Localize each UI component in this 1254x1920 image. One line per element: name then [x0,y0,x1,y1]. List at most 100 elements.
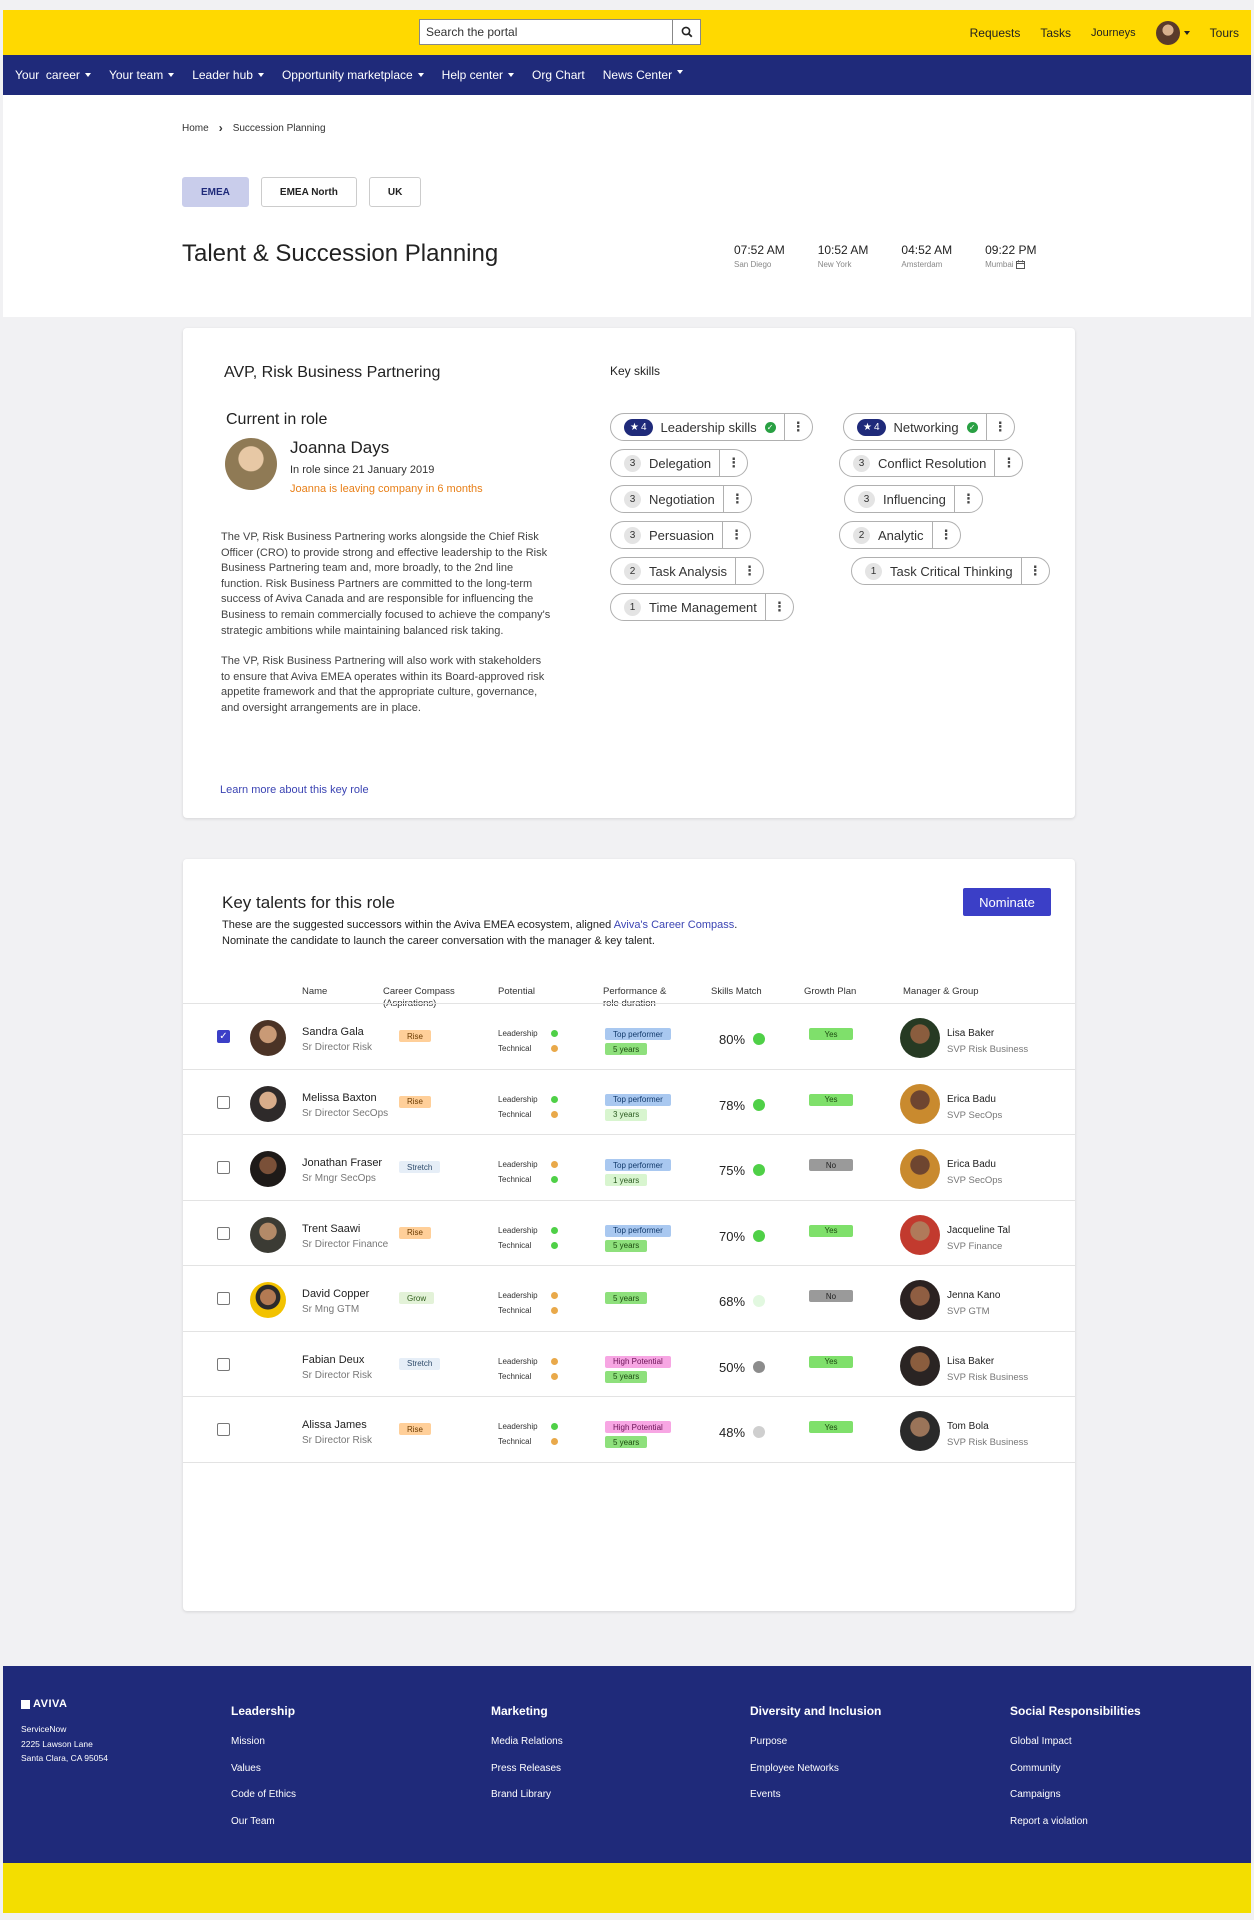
duration-tag: 5 years [605,1292,648,1304]
footer-link[interactable]: Mission [231,1736,296,1747]
skill-chip[interactable]: 3 Negotiation ⋮ [610,485,752,513]
footer-link[interactable]: Campaigns [1010,1789,1141,1800]
nav-help-center[interactable]: Help center [442,68,515,82]
manager-group: SVP SecOps [947,1109,1003,1121]
search-input[interactable] [420,20,672,44]
growth-plan-tag: Yes [809,1355,853,1368]
footer-link[interactable]: Purpose [750,1736,881,1747]
footer-link[interactable]: Global Impact [1010,1736,1141,1747]
more-options-icon[interactable]: ⋮ [722,486,751,512]
skill-chip[interactable]: 3 Conflict Resolution ⋮ [839,449,1024,477]
footer-link[interactable]: Report a violation [1010,1816,1141,1827]
skill-chip[interactable]: 2 Task Analysis ⋮ [610,557,765,585]
candidate-title: Sr Director SecOps [302,1107,389,1119]
leadership-status-dot [551,1357,558,1365]
col-header-skills-match: Skills Match [711,986,762,997]
manager-avatar [900,1149,940,1189]
breadcrumb: Home › Succession Planning [182,121,326,135]
skill-chip[interactable]: 3 Persuasion ⋮ [610,521,752,549]
nominate-button[interactable]: Nominate [963,888,1051,916]
footer-link[interactable]: Our Team [231,1816,296,1827]
more-options-icon[interactable]: ⋮ [735,558,763,584]
learn-more-link[interactable]: Learn more about this key role [220,784,369,796]
footer-link[interactable]: Brand Library [491,1789,563,1800]
calendar-icon[interactable] [1015,260,1025,269]
user-menu[interactable] [1155,20,1190,45]
footer-link[interactable]: Employee Networks [750,1763,881,1774]
select-checkbox[interactable]: ✓ [217,1030,230,1043]
skill-chip[interactable]: 2 Analytic ⋮ [839,521,961,549]
talents-desc-prefix: These are the suggested successors withi… [222,919,614,931]
more-options-icon[interactable]: ⋮ [985,414,1014,440]
nav-org-chart[interactable]: Org Chart [532,68,585,82]
skills-match-dot [753,1295,765,1307]
skill-chip-body: 1 Time Management [611,594,765,620]
skill-chip[interactable]: ★ 4 Leadership skills ✓ ⋮ [610,413,813,441]
skill-chip-body: 3 Negotiation [611,486,723,512]
skills-match-value: 78% [719,1097,746,1113]
search-button[interactable] [672,20,700,44]
page-header: Home › Succession Planning EMEA EMEA Nor… [3,95,1251,317]
skill-chip[interactable]: 3 Influencing ⋮ [844,485,983,513]
more-options-icon[interactable]: ⋮ [764,594,793,620]
more-options-icon[interactable]: ⋮ [783,414,812,440]
select-checkbox[interactable] [217,1357,230,1371]
tab-emea[interactable]: EMEA [182,177,249,207]
leadership-status-dot [551,1161,558,1168]
breadcrumb-home[interactable]: Home [182,123,209,134]
nav-opportunity-marketplace[interactable]: Opportunity marketplace [282,68,424,82]
skill-level: 3 [858,490,875,508]
select-checkbox[interactable] [217,1423,230,1436]
nav-leader-hub[interactable]: Leader hub [192,68,264,82]
footer-link[interactable]: Media Relations [491,1736,563,1747]
tasks-link[interactable]: Tasks [1040,26,1071,40]
nav-label: Org Chart [532,68,585,82]
candidate-title: Sr Mng GTM [302,1304,360,1315]
footer-link[interactable]: Community [1010,1763,1141,1774]
footer-link[interactable]: Code of Ethics [231,1789,296,1800]
col-header-line: Career Compass [383,986,455,997]
more-options-icon[interactable]: ⋮ [719,450,747,476]
career-compass-link[interactable]: Aviva's Career Compass [614,919,735,931]
tours-link[interactable]: Tours [1210,26,1239,40]
more-options-icon[interactable]: ⋮ [994,450,1022,476]
tab-emea-north[interactable]: EMEA North [260,177,357,207]
manager-avatar [900,1345,940,1386]
potential-label: Leadership [498,1422,538,1431]
skill-name: Task Analysis [649,563,728,579]
candidate-avatar [250,1151,286,1187]
nav-news-center[interactable]: News Center [603,68,684,82]
more-options-icon[interactable]: ⋮ [953,486,982,512]
skill-chip[interactable]: 1 Time Management ⋮ [610,593,794,621]
role-description-p1: The VP, Risk Business Partnering works a… [221,531,551,637]
technical-status-dot [551,1438,558,1445]
skill-chip[interactable]: 1 Task Critical Thinking ⋮ [851,557,1050,585]
select-checkbox[interactable] [217,1161,230,1174]
skill-chip[interactable]: 3 Delegation ⋮ [610,449,749,477]
nav-your-team[interactable]: Your team [109,68,175,82]
journeys-link[interactable]: Journeys [1091,27,1136,39]
select-checkbox[interactable] [217,1292,230,1305]
clock-time: 10:52 AM [817,243,869,257]
more-options-icon[interactable]: ⋮ [722,522,750,548]
incumbent-name: Joanna Days [290,438,390,457]
aspiration-tag: Rise [399,1030,432,1042]
requests-link[interactable]: Requests [970,26,1021,40]
tab-uk[interactable]: UK [368,177,422,207]
footer-address: ServiceNow 2225 Lawson Lane Santa Clara,… [21,1722,108,1766]
select-checkbox[interactable] [217,1095,230,1109]
footer-col-title: Marketing [491,1704,548,1718]
footer-link[interactable]: Events [750,1789,881,1800]
more-options-icon[interactable]: ⋮ [1020,558,1049,584]
skill-chip[interactable]: ★ 4 Networking ✓ ⋮ [843,413,1015,441]
skill-chip-body: 3 Influencing [845,486,954,512]
footer-link[interactable]: Press Releases [491,1763,563,1774]
select-checkbox[interactable] [217,1226,230,1240]
more-options-icon[interactable]: ⋮ [931,522,960,548]
growth-plan-tag: Yes [809,1093,853,1106]
potential-label: Leadership [498,1029,538,1038]
skills-match-value: 48% [719,1425,746,1440]
aviva-logo[interactable]: AVIVA [21,1698,68,1710]
footer-link[interactable]: Values [231,1763,296,1774]
nav-your-career[interactable]: Your career [15,68,91,82]
